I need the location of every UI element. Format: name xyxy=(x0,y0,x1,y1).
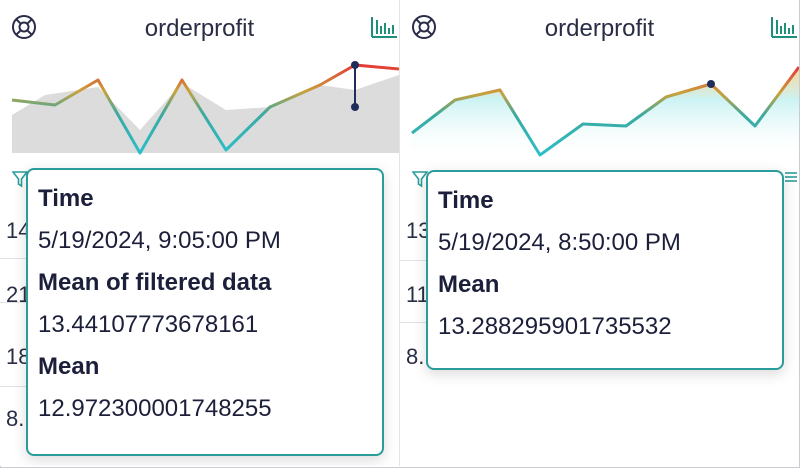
panel-title: orderprofit xyxy=(544,15,655,42)
tooltip-label: Time xyxy=(38,185,94,212)
tooltip-label: Mean xyxy=(438,271,500,298)
tooltip-label: Mean xyxy=(38,353,100,380)
hover-point xyxy=(707,80,715,88)
tooltip-value: 13.44107773678161 xyxy=(38,311,259,338)
comparison-area xyxy=(12,75,399,153)
panel-right: orderprofit 13 11 8. Time 5/19/2024, 8:5… xyxy=(400,0,799,466)
table-cell: 8. xyxy=(6,406,25,431)
tooltip-label: Mean of filtered data xyxy=(38,269,272,296)
menu-icon[interactable] xyxy=(784,170,799,188)
hover-point-filtered xyxy=(351,61,359,69)
panel-left: orderprofit 14 21 18 8. Time 5/19/2024, … xyxy=(0,0,399,466)
sparkline-chart xyxy=(11,61,399,155)
tooltip-value: 5/19/2024, 9:05:00 PM xyxy=(38,227,281,254)
tooltip: Time 5/19/2024, 9:05:00 PM Mean of filte… xyxy=(26,168,384,456)
bar-chart-icon[interactable] xyxy=(770,14,798,40)
hover-point-mean xyxy=(351,103,359,111)
tooltip-value: 12.972300001748255 xyxy=(38,395,272,422)
table-cell: 8. xyxy=(406,344,425,369)
tooltip-label: Time xyxy=(438,187,494,214)
bar-chart-icon[interactable] xyxy=(370,14,398,40)
sparkline-chart xyxy=(411,66,799,160)
tooltip-value: 13.288295901735532 xyxy=(438,313,672,340)
panel-title: orderprofit xyxy=(144,15,255,42)
tooltip: Time 5/19/2024, 8:50:00 PM Mean 13.28829… xyxy=(426,170,784,370)
tooltip-value: 5/19/2024, 8:50:00 PM xyxy=(438,229,681,256)
